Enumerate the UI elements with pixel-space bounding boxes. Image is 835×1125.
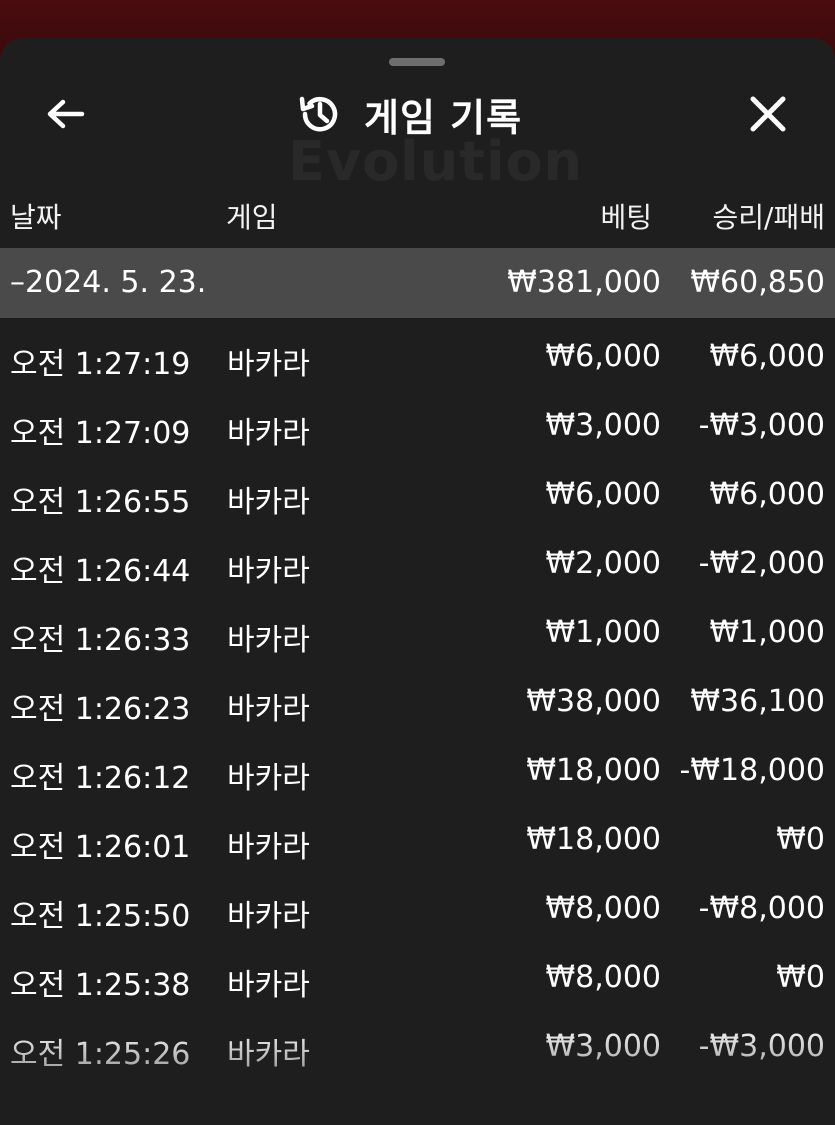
- row-bet: ₩3,000: [545, 1029, 661, 1064]
- history-row[interactable]: 오전 1:26:12 바카라 ₩18,000 -₩18,000: [0, 734, 835, 803]
- history-row[interactable]: 오전 1:27:09 바카라 ₩3,000 -₩3,000: [0, 389, 835, 458]
- row-game: 바카라: [227, 830, 310, 865]
- close-button[interactable]: [740, 90, 796, 138]
- row-time: 오전 1:27:19: [10, 347, 191, 382]
- row-result: ₩6,000: [709, 477, 825, 512]
- page-title: 게임 기록: [364, 95, 523, 140]
- column-header-bet: 베팅: [600, 201, 652, 234]
- history-list: 오전 1:27:19 바카라 ₩6,000 ₩6,000 오전 1:27:09 바카라 ₩…: [0, 320, 835, 1120]
- row-time: 오전 1:26:33: [10, 623, 191, 658]
- row-result: -₩8,000: [698, 891, 825, 926]
- row-bet: ₩8,000: [545, 960, 661, 995]
- day-bet-total: ₩381,000: [507, 265, 661, 300]
- row-time: 오전 1:26:55: [10, 485, 191, 520]
- row-result: -₩2,000: [698, 546, 825, 581]
- row-result: ₩0: [776, 822, 825, 857]
- row-result: ₩36,100: [690, 684, 825, 719]
- row-result: ₩0: [776, 960, 825, 995]
- row-game: 바카라: [227, 1037, 310, 1072]
- row-game: 바카라: [227, 761, 310, 796]
- history-row[interactable]: 오전 1:25:26 바카라 ₩3,000 -₩3,000: [0, 1010, 835, 1079]
- row-time: 오전 1:27:09: [10, 416, 191, 451]
- row-time: 오전 1:26:44: [10, 554, 191, 589]
- history-row[interactable]: 오전 1:26:33 바카라 ₩1,000 ₩1,000: [0, 596, 835, 665]
- title-group: 게임 기록: [296, 90, 522, 140]
- row-result: ₩6,000: [709, 339, 825, 374]
- header: 게임 기록: [0, 78, 835, 150]
- history-row[interactable]: 오전 1:25:38 바카라 ₩8,000 ₩0: [0, 941, 835, 1010]
- drag-handle[interactable]: [389, 58, 445, 66]
- row-time: 오전 1:26:23: [10, 692, 191, 727]
- row-bet: ₩18,000: [526, 753, 661, 788]
- history-row[interactable]: 오전 1:26:44 바카라 ₩2,000 -₩2,000: [0, 527, 835, 596]
- row-game: 바카라: [227, 347, 310, 382]
- row-bet: ₩8,000: [545, 891, 661, 926]
- row-time: 오전 1:25:38: [10, 968, 191, 1003]
- row-result: -₩3,000: [698, 1029, 825, 1064]
- day-summary-row[interactable]: –2024. 5. 23. ₩381,000 ₩60,850: [0, 248, 835, 318]
- row-bet: ₩6,000: [545, 477, 661, 512]
- row-game: 바카라: [227, 692, 310, 727]
- history-clock-icon: [299, 96, 338, 132]
- row-result: -₩3,000: [698, 408, 825, 443]
- history-row[interactable]: 오전 1:25:50 바카라 ₩8,000 -₩8,000: [0, 872, 835, 941]
- row-result: ₩1,000: [709, 615, 825, 650]
- history-row[interactable]: 오전 1:26:01 바카라 ₩18,000 ₩0: [0, 803, 835, 872]
- row-result: -₩18,000: [679, 753, 825, 788]
- history-row[interactable]: 오전 1:27:19 바카라 ₩6,000 ₩6,000: [0, 320, 835, 389]
- day-date: –2024. 5. 23.: [10, 265, 207, 300]
- game-history-sheet: Evolution 게임 기록 날짜 게임 베팅 승리/패배 –2024. 5.…: [0, 38, 835, 1125]
- close-icon: [750, 96, 786, 132]
- column-headers: 날짜 게임 베팅 승리/패배: [0, 188, 835, 238]
- row-game: 바카라: [227, 554, 310, 589]
- row-game: 바카라: [227, 899, 310, 934]
- row-bet: ₩6,000: [545, 339, 661, 374]
- row-bet: ₩2,000: [545, 546, 661, 581]
- row-bet: ₩3,000: [545, 408, 661, 443]
- row-bet: ₩18,000: [526, 822, 661, 857]
- column-header-game: 게임: [226, 201, 278, 234]
- row-time: 오전 1:26:01: [10, 830, 191, 865]
- arrow-left-icon: [47, 99, 85, 129]
- row-bet: ₩38,000: [526, 684, 661, 719]
- row-game: 바카라: [227, 968, 310, 1003]
- column-header-date: 날짜: [10, 201, 62, 234]
- row-time: 오전 1:25:50: [10, 899, 191, 934]
- row-game: 바카라: [227, 623, 310, 658]
- row-time: 오전 1:25:26: [10, 1037, 191, 1072]
- history-row[interactable]: 오전 1:26:55 바카라 ₩6,000 ₩6,000: [0, 458, 835, 527]
- row-game: 바카라: [227, 485, 310, 520]
- history-row[interactable]: 오전 1:26:23 바카라 ₩38,000 ₩36,100: [0, 665, 835, 734]
- row-bet: ₩1,000: [545, 615, 661, 650]
- day-result-total: ₩60,850: [690, 265, 825, 300]
- column-header-result: 승리/패배: [712, 201, 825, 234]
- row-time: 오전 1:26:12: [10, 761, 191, 796]
- back-button[interactable]: [40, 92, 92, 136]
- row-game: 바카라: [227, 416, 310, 451]
